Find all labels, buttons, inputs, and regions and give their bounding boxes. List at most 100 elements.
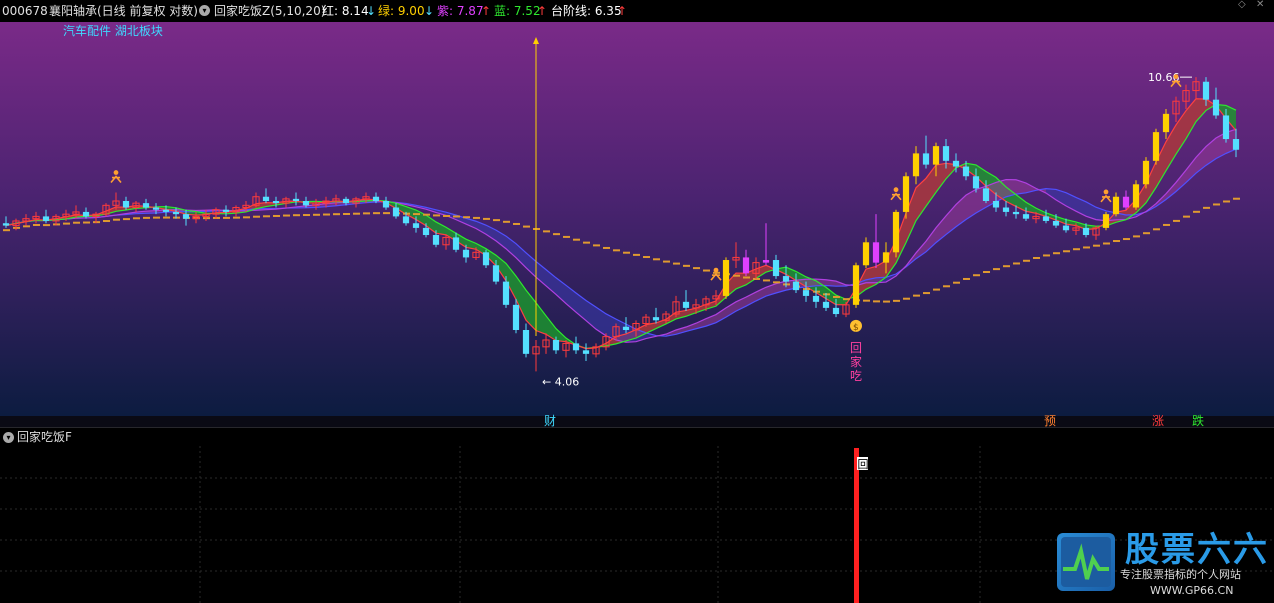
step-segment [373,212,380,215]
sector-tags[interactable]: 汽车配件 湖北板块 [63,23,163,38]
stock-code[interactable]: 000678 [2,0,48,22]
step-segment [663,260,670,263]
step-segment [693,267,700,270]
step-segment [903,297,910,300]
signal-text-char: 家 [850,354,862,369]
candle-body [512,304,520,330]
step-segment [1233,197,1240,200]
sub-panel-header: ▾ 回家吃饭F [0,428,1274,446]
step-segment [3,229,10,232]
candle-body [622,326,630,330]
candle-body [372,196,380,201]
green-value: 绿: 9.00 [378,4,425,18]
step-segment [1223,200,1230,203]
blue-arrow-icon: ↑ [537,4,548,18]
indicator-name[interactable]: 回家吃饭Z(5,10,20) [214,0,325,22]
candle-body [822,301,830,308]
signal-text-char: 回 [850,341,862,355]
candle-body [1132,184,1140,208]
step-segment [103,220,110,223]
step-segment [773,281,780,284]
step-segment [163,216,170,219]
step-segment [1163,223,1170,226]
step-segment [993,268,1000,271]
step-segment [363,212,370,215]
candle-body [892,211,900,253]
step-segment [683,264,690,267]
candle-body [812,295,820,302]
green-arrow-icon: ↓ [424,4,435,18]
candle-body [482,252,490,266]
candle-body [912,153,920,177]
candle-body [932,146,940,165]
candle-body [162,209,170,212]
step-segment [143,216,150,219]
step-segment [433,214,440,217]
step-segment [1213,203,1220,206]
step-segment [633,253,640,256]
step-segment [313,213,320,216]
step-segment [1063,250,1070,253]
period-label[interactable]: (日线 前复权 对数) [97,0,198,22]
step-segment [563,235,570,238]
step-segment [1023,259,1030,262]
candle-body [1122,196,1130,208]
candle-body [782,276,790,282]
step-segment [913,294,920,297]
watermark-title: 股票六六 [1125,530,1269,570]
candle-body [452,237,460,250]
purple-arrow-icon: ↑ [481,4,492,18]
candle-body [292,198,300,201]
step-segment [603,246,610,249]
step-segment [73,221,80,224]
step-arrow-icon: ↑ [617,4,628,18]
step-segment [1053,252,1060,255]
step-segment [33,223,40,226]
step-segment [293,214,300,217]
step-segment [873,300,880,303]
sub-signal-mark: 回 [858,458,869,471]
candle-body [962,166,970,177]
candle-body [872,242,880,263]
step-segment [733,274,740,277]
candle-body [152,207,160,210]
main-panel-background [0,22,1274,416]
bottom-label: 跌 [1192,413,1204,428]
candle-body [832,307,840,315]
candle-body [922,153,930,165]
step-segment [743,276,750,279]
expand-icon[interactable]: ◇ [1238,0,1248,10]
candle-body [852,265,860,305]
candle-body [572,343,580,351]
candle-body [582,350,590,354]
step-segment [463,216,470,219]
step-segment [703,269,710,272]
step-segment [383,212,390,215]
main-chart[interactable]: 10.66← 4.06$回家吃财预涨跌回 汽车配件 湖北板块 [0,22,1274,603]
step-segment [973,274,980,277]
candle-body [1002,207,1010,212]
step-segment [673,262,680,265]
step-segment [1143,232,1150,235]
step-segment [1153,228,1160,231]
step-segment [573,238,580,241]
stock-name[interactable]: 襄阳轴承 [49,0,97,22]
step-segment [623,251,630,254]
close-icon[interactable]: ✕ [1256,0,1266,10]
min-price-label: ← 4.06 [542,375,579,388]
candle-body [1082,227,1090,236]
step-segment [303,214,310,217]
sub-indicator-toggle-icon[interactable]: ▾ [3,432,14,443]
step-segment [963,277,970,280]
indicator-toggle-icon[interactable]: ▾ [199,5,210,16]
step-segment [1203,206,1210,209]
step-segment [113,218,120,221]
step-segment [63,222,70,225]
candle-body [382,200,390,208]
step-segment [1013,262,1020,265]
candle-body [1162,113,1170,133]
sub-indicator-name[interactable]: 回家吃饭F [17,428,72,446]
step-segment [283,214,290,217]
candle-body [682,301,690,308]
step-segment [1183,215,1190,218]
